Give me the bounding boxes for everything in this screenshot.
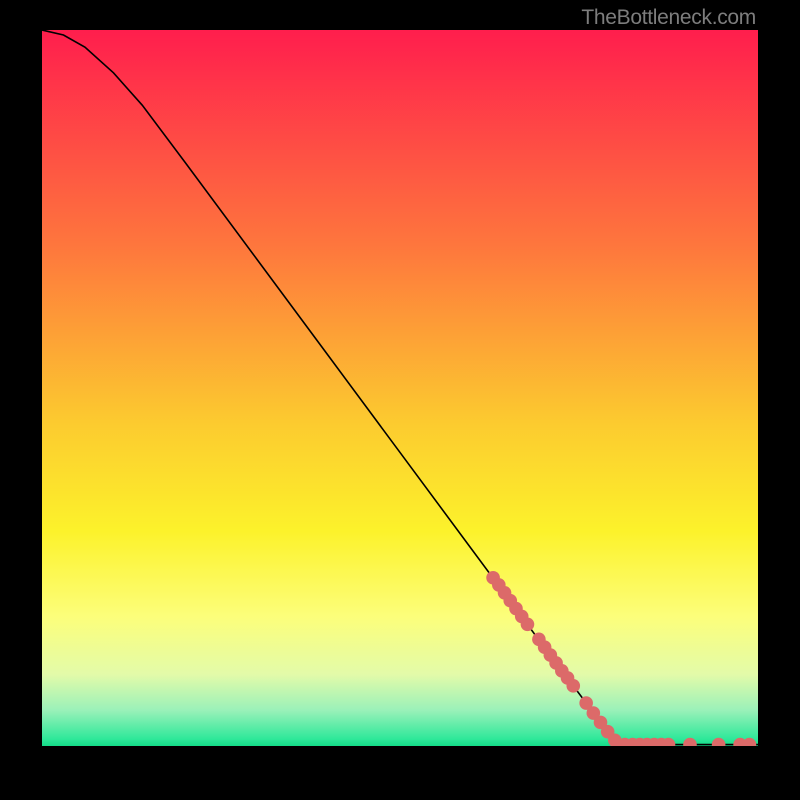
data-marker	[521, 617, 535, 631]
chart-plot	[42, 30, 758, 746]
data-marker	[566, 679, 580, 693]
attribution-text: TheBottleneck.com	[581, 6, 756, 30]
gradient-background	[42, 30, 758, 746]
chart-frame: TheBottleneck.com	[0, 0, 800, 800]
